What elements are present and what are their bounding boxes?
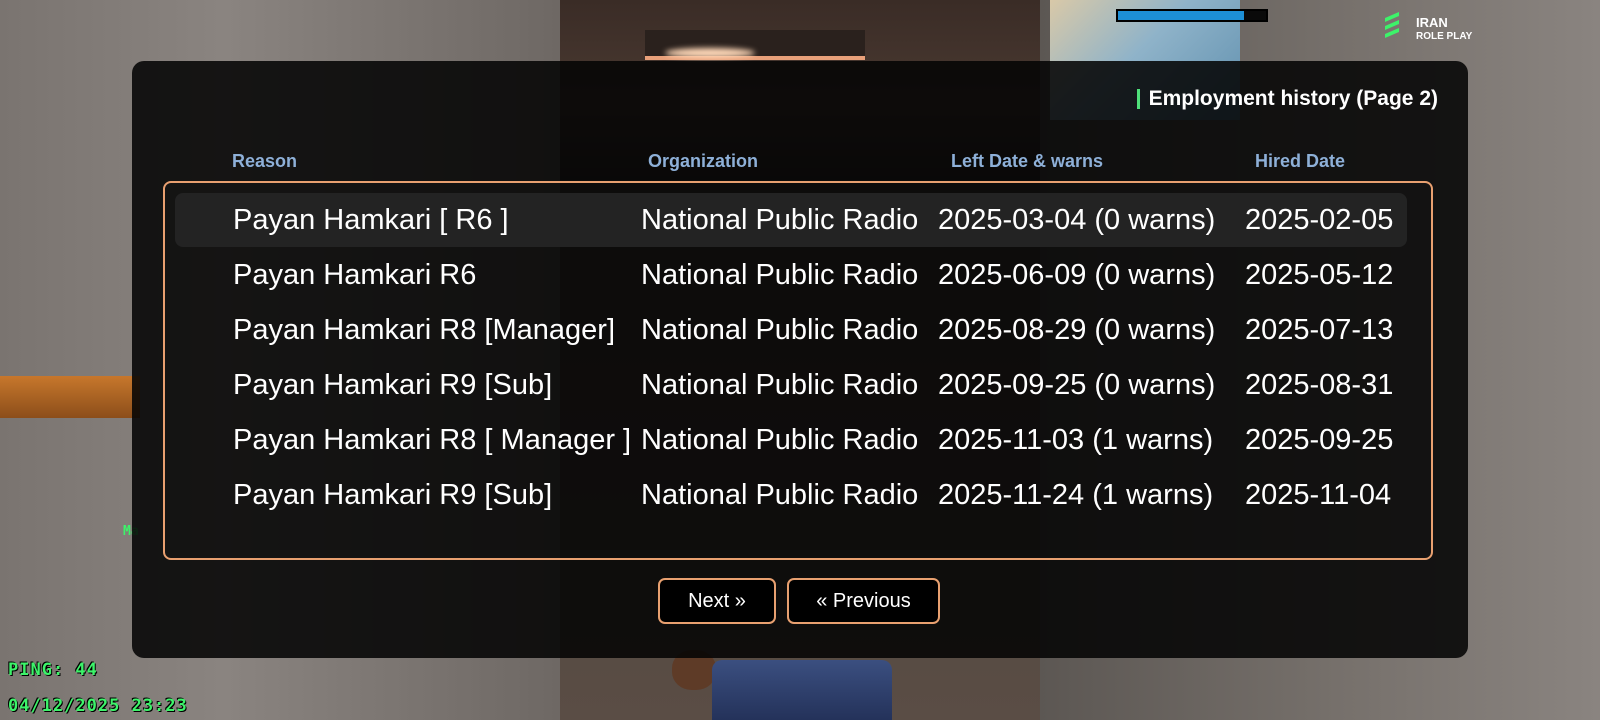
employment-history-dialog: Employment history (Page 2) Reason Organ…	[132, 61, 1468, 658]
table-row[interactable]: Payan Hamkari R9 [Sub] National Public R…	[175, 468, 1407, 522]
table-row[interactable]: Payan Hamkari [ R6 ] National Public Rad…	[175, 193, 1407, 247]
dialog-title: Employment history (Page 2)	[1136, 87, 1438, 111]
cell-hired-date: 2025-08-31	[1245, 369, 1394, 401]
column-header-left-date: Left Date & warns	[951, 151, 1104, 171]
cell-reason: Payan Hamkari R8 [Manager]	[233, 314, 615, 346]
logo-text-line1: IRAN	[1416, 15, 1448, 30]
table-row[interactable]: Payan Hamkari R8 [Manager] National Publ…	[175, 303, 1407, 357]
health-bar-fill	[1118, 11, 1244, 20]
cell-reason: Payan Hamkari R9 [Sub]	[233, 479, 553, 511]
cell-left-date: 2025-11-24 (1 warns)	[938, 479, 1214, 511]
ping-readout: PING: 44	[8, 660, 98, 680]
previous-page-button[interactable]: « Previous	[787, 578, 940, 624]
cell-organization: National Public Radio	[641, 369, 919, 401]
cell-left-date: 2025-06-09 (0 warns)	[938, 259, 1216, 291]
cell-organization: National Public Radio	[641, 424, 919, 456]
column-header-hired-date: Hired Date	[1255, 151, 1346, 171]
cell-left-date: 2025-09-25 (0 warns)	[938, 369, 1216, 401]
column-header-organization: Organization	[648, 151, 759, 171]
cell-left-date: 2025-08-29 (0 warns)	[938, 314, 1216, 346]
cell-left-date: 2025-11-03 (1 warns)	[938, 424, 1214, 456]
cell-reason: Payan Hamkari R8 [ Manager ]	[233, 424, 632, 456]
health-bar	[1116, 9, 1268, 22]
cell-organization: National Public Radio	[641, 204, 919, 236]
cell-reason: Payan Hamkari [ R6 ]	[233, 204, 509, 236]
lamp-glow	[665, 48, 755, 58]
datetime-readout: 04/12/2025 23:23	[8, 696, 188, 716]
dialog-title-text: Employment history (Page 2)	[1148, 87, 1438, 110]
table-row[interactable]: Payan Hamkari R9 [Sub] National Public R…	[175, 358, 1407, 412]
cell-reason: Payan Hamkari R9 [Sub]	[233, 369, 553, 401]
cell-hired-date: 2025-09-25	[1245, 424, 1394, 456]
cell-hired-date: 2025-05-12	[1245, 259, 1394, 291]
wooden-ledge	[0, 376, 140, 418]
cell-organization: National Public Radio	[641, 259, 919, 291]
cell-hired-date: 2025-11-04	[1245, 479, 1392, 511]
table-row[interactable]: Payan Hamkari R6 National Public Radio 2…	[175, 248, 1407, 302]
cell-reason: Payan Hamkari R6	[233, 259, 477, 291]
next-page-button[interactable]: Next »	[658, 578, 776, 624]
history-table: Payan Hamkari [ R6 ] National Public Rad…	[163, 181, 1433, 560]
cell-organization: National Public Radio	[641, 479, 919, 511]
cell-left-date: 2025-03-04 (0 warns)	[938, 204, 1216, 236]
title-accent-bar	[1136, 89, 1140, 109]
cell-hired-date: 2025-07-13	[1245, 314, 1394, 346]
cell-hired-date: 2025-02-05	[1245, 204, 1394, 236]
column-header-reason: Reason	[232, 151, 298, 171]
logo-text-line2: ROLE PLAY	[1416, 31, 1473, 42]
server-logo: IRAN ROLE PLAY	[1385, 12, 1473, 42]
cell-organization: National Public Radio	[641, 314, 919, 346]
player-body	[712, 660, 892, 720]
table-row[interactable]: Payan Hamkari R8 [ Manager ] National Pu…	[175, 413, 1407, 467]
